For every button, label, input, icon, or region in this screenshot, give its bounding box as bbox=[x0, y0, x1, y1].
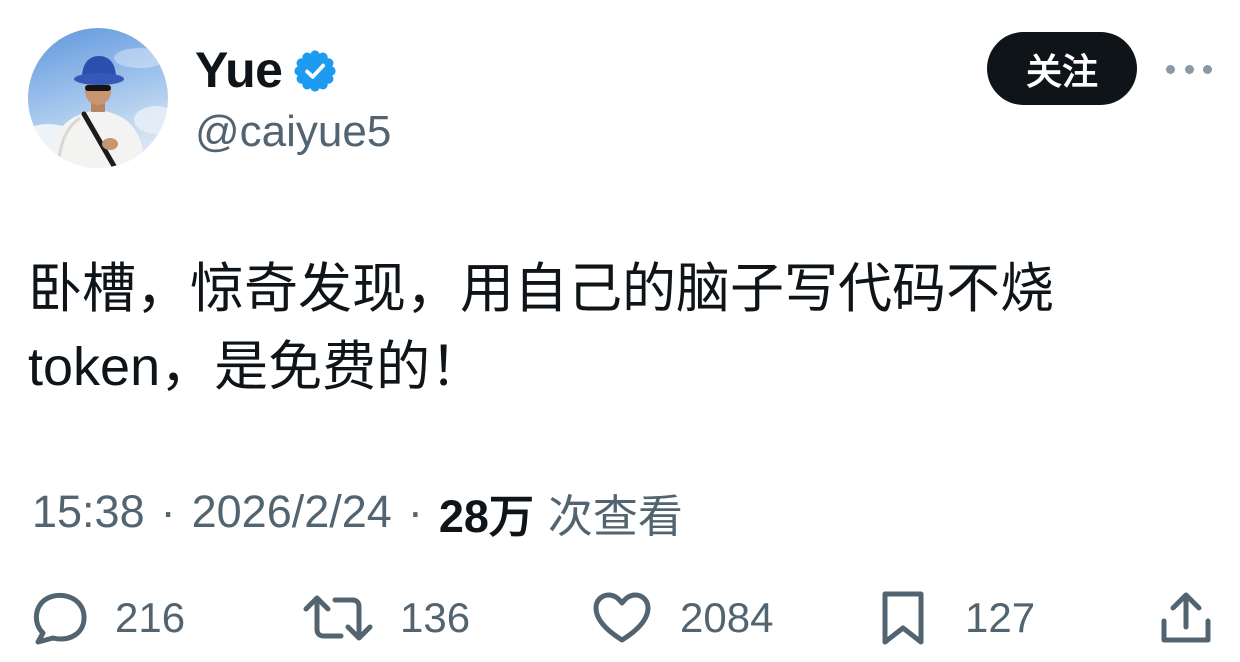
view-count-number: 28万 bbox=[438, 490, 534, 542]
bookmark-count: 127 bbox=[965, 594, 1036, 641]
follow-button[interactable]: 关注 bbox=[987, 32, 1137, 105]
bookmark-button[interactable]: 127 bbox=[878, 588, 1035, 648]
meta-separator: · bbox=[407, 486, 423, 537]
more-dot bbox=[1166, 64, 1175, 74]
share-button[interactable] bbox=[1158, 588, 1214, 648]
more-dot bbox=[1203, 64, 1212, 74]
retweet-button[interactable]: 136 bbox=[303, 588, 470, 648]
avatar-photo bbox=[28, 28, 168, 168]
view-count[interactable]: 28万 次查看 bbox=[439, 480, 683, 545]
share-icon bbox=[1161, 592, 1211, 643]
tweet-time: 15:38 bbox=[32, 486, 145, 537]
tweet-text-line: token，是免费的！ bbox=[28, 337, 485, 397]
meta-separator: · bbox=[160, 486, 176, 537]
tweet-text-line: 卧槽，惊奇发现，用自己的脑子写代码不烧 bbox=[28, 259, 1054, 319]
more-horizontal-icon bbox=[1166, 64, 1212, 74]
reply-icon bbox=[33, 592, 87, 645]
bookmark-icon bbox=[882, 591, 924, 645]
heart-icon bbox=[593, 592, 651, 643]
like-count: 2084 bbox=[680, 594, 774, 641]
verified-badge-icon bbox=[294, 50, 337, 92]
more-options-button[interactable] bbox=[1162, 54, 1216, 84]
reply-button[interactable]: 216 bbox=[28, 588, 185, 648]
tweet-date: 2026/2/24 bbox=[191, 486, 392, 537]
user-handle[interactable]: @caiyue5 bbox=[195, 106, 391, 158]
more-dot bbox=[1184, 64, 1194, 74]
user-name-row: Yue bbox=[195, 40, 337, 100]
retweet-icon bbox=[303, 595, 373, 641]
display-name[interactable]: Yue bbox=[195, 40, 283, 100]
retweet-count: 136 bbox=[400, 594, 471, 641]
like-button[interactable]: 2084 bbox=[592, 588, 773, 648]
reply-count: 216 bbox=[115, 594, 186, 641]
view-count-label: 次查看 bbox=[547, 490, 683, 542]
tweet-text: 卧槽，惊奇发现，用自己的脑子写代码不烧 token，是免费的！ bbox=[28, 250, 1054, 406]
tweet-meta: 15:38 · 2026/2/24 · 28万 次查看 bbox=[32, 482, 683, 542]
avatar[interactable] bbox=[28, 28, 168, 168]
